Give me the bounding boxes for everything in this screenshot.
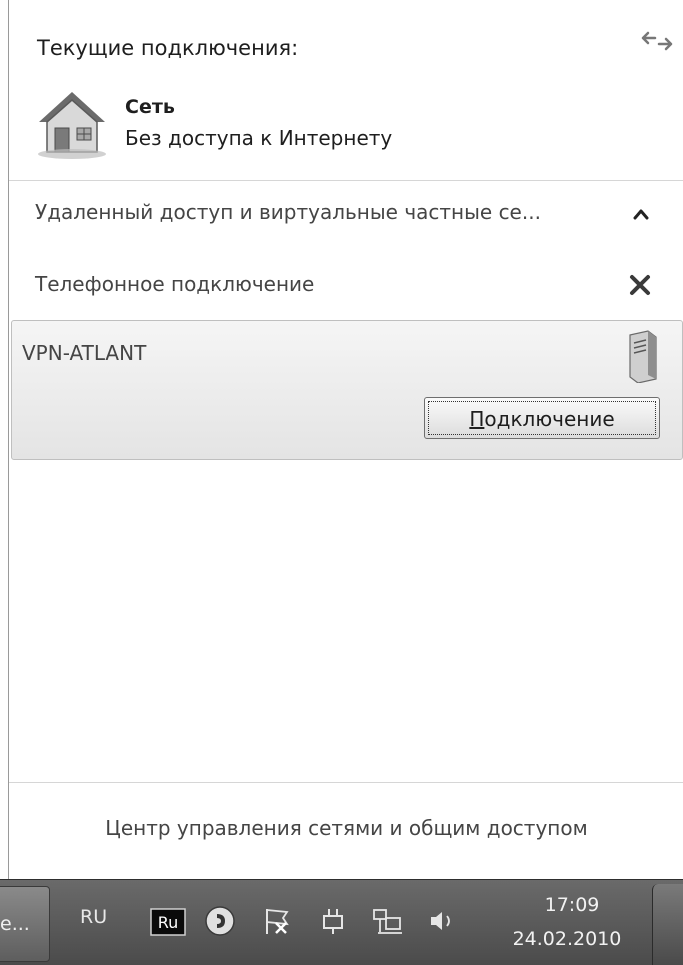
house-network-icon <box>38 92 106 159</box>
divider <box>9 180 683 181</box>
taskbar: е... RU Ru 17:09 24.02.2010 <box>0 879 683 965</box>
current-connections-title: Текущие подключения: <box>37 36 299 60</box>
ime-badge-text: Ru <box>158 913 179 932</box>
show-desktop-button[interactable] <box>652 884 683 965</box>
remote-access-group-header[interactable]: Удаленный доступ и виртуальные частные с… <box>35 200 665 224</box>
network-name: Сеть <box>125 96 175 118</box>
ime-badge-icon[interactable]: Ru <box>150 908 186 936</box>
connect-button-label: Подключение <box>469 407 614 431</box>
connect-label-rest: одключение <box>484 407 615 431</box>
close-icon[interactable] <box>627 272 653 298</box>
network-sharing-center-link[interactable]: Центр управления сетями и общим доступом <box>9 816 683 840</box>
volume-icon[interactable] <box>428 908 458 934</box>
connect-accelerator: П <box>469 407 485 431</box>
vpn-connection-name: VPN-ATLANT <box>22 341 147 365</box>
connect-button[interactable]: Подключение <box>424 397 660 439</box>
network-tray-icon[interactable] <box>372 906 404 936</box>
network-flyout: Текущие подключения: Сеть Без доступа к … <box>8 0 683 879</box>
tray-circle-icon[interactable] <box>203 904 237 938</box>
server-icon <box>629 330 657 383</box>
language-indicator[interactable]: RU <box>80 906 107 928</box>
power-plug-icon[interactable] <box>318 906 348 936</box>
clock-date[interactable]: 24.02.2010 <box>492 928 642 950</box>
chevron-up-icon[interactable] <box>631 204 651 224</box>
vpn-connection-item[interactable]: VPN-ATLANT Подключение <box>11 320 683 460</box>
refresh-icon[interactable] <box>639 26 675 56</box>
network-status: Без доступа к Интернету <box>125 126 393 150</box>
clock-time[interactable]: 17:09 <box>512 894 632 916</box>
dialup-connection-label[interactable]: Телефонное подключение <box>35 272 314 296</box>
taskbar-program-button[interactable]: е... <box>0 886 50 962</box>
action-center-flag-icon[interactable] <box>262 906 292 936</box>
footer-divider <box>9 782 683 783</box>
